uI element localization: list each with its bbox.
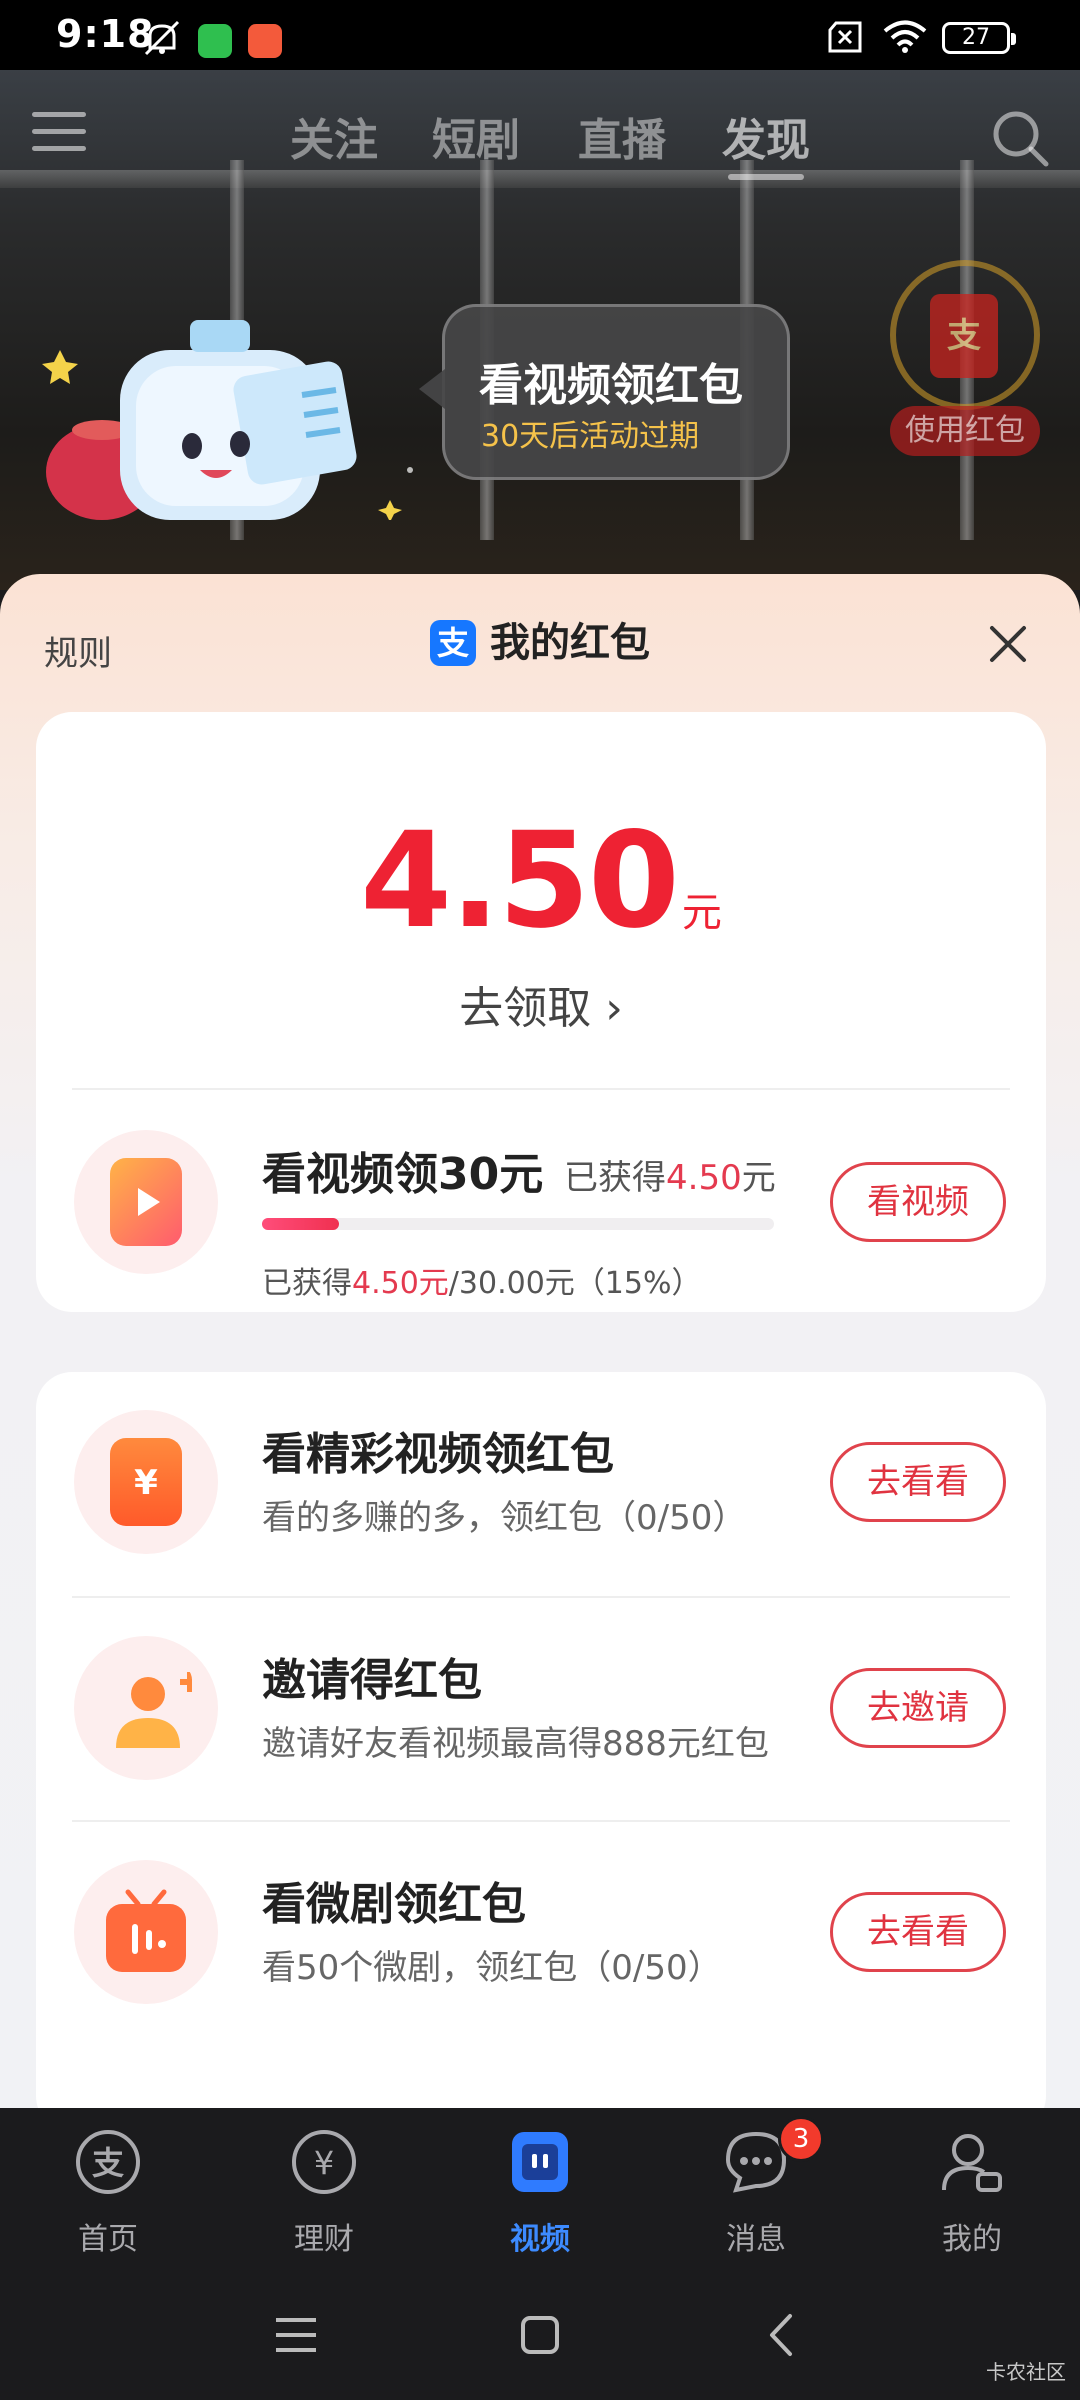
no-sim-icon [828, 21, 862, 53]
task-subtitle: 看的多赚的多，领红包（0/50） [262, 1498, 747, 1538]
play-video-icon [110, 1158, 182, 1246]
tab-label: 我的 [942, 2222, 1002, 2257]
sheet-header: 规则 支 我的红包 [0, 574, 1080, 724]
mute-icon [144, 20, 180, 56]
bottom-tab-bar: 支 首页 ¥ 理财 视频 3 消息 我的 [0, 2108, 1080, 2268]
balance-card: 4.50 元 去领取 › 看视频领30元 已获得4.50元 已获得4.50元/30… [36, 712, 1046, 1312]
back-icon[interactable] [752, 2310, 812, 2360]
watch-video-task: 看视频领30元 已获得4.50元 已获得4.50元/30.00元（15%） 看视… [36, 1092, 1046, 1312]
search-icon[interactable] [990, 108, 1050, 168]
battery-icon: 27 [942, 22, 1016, 54]
svg-text:¥: ¥ [314, 2144, 334, 2182]
tab-label: 消息 [726, 2222, 786, 2257]
menu-icon[interactable] [32, 108, 86, 156]
task-title: 看精彩视频领红包 [262, 1429, 614, 1480]
finance-icon: ¥ [292, 2130, 356, 2194]
tab-profile[interactable]: 我的 [892, 2128, 1052, 2268]
task-title: 邀请得红包 [262, 1655, 482, 1706]
task-subtitle: 看50个微剧，领红包（0/50） [262, 1948, 722, 1988]
mascot-illustration [42, 320, 413, 520]
task-action-button[interactable]: 去看看 [830, 1442, 1006, 1522]
message-badge: 3 [778, 2116, 824, 2162]
claim-link[interactable]: 去领取 › [36, 972, 1046, 1036]
svg-text:支: 支 [92, 2144, 124, 2182]
task-subtitle: 邀请好友看视频最高得888元红包 [262, 1724, 769, 1764]
tab-short-drama[interactable]: 短剧 [432, 104, 520, 168]
progress-suffix: /30.00元（15%） [448, 1266, 702, 1301]
tab-video[interactable]: 视频 [460, 2128, 620, 2268]
tab-label: 理财 [294, 2222, 354, 2257]
tab-home[interactable]: 支 首页 [28, 2128, 188, 2268]
tab-discover[interactable]: 发现 [722, 104, 810, 168]
use-redpack-button[interactable]: 支 使用红包 [890, 260, 1040, 470]
mini-drama-icon [106, 1889, 186, 1972]
svg-text:¥: ¥ [134, 1463, 158, 1503]
invite-user-icon [116, 1672, 192, 1748]
task-title: 看视频领30元 [262, 1149, 544, 1200]
use-redpack-label: 使用红包 [890, 406, 1040, 456]
watermark: 卡农社区 [986, 2360, 1066, 2384]
tab-live[interactable]: 直播 [578, 104, 666, 168]
task-icon-wrap [74, 1636, 218, 1780]
progress-fill [262, 1218, 339, 1230]
alipay-home-icon: 支 [76, 2130, 140, 2194]
redpack-sheet: 规则 支 我的红包 4.50元 去领取 › 看视频领30元 已获得4.50元 [0, 574, 1080, 2109]
alipay-logo-icon: 支 [430, 620, 476, 666]
progress-text: 已获得4.50元/30.00元（15%） [262, 1258, 701, 1302]
earned-value: 4.50 [666, 1158, 742, 1198]
task-icon-wrap: ¥ [74, 1410, 218, 1554]
earned-inline: 已获得4.50元 [564, 1150, 776, 1199]
divider [72, 1088, 1010, 1090]
top-nav: 关注 短剧 直播 发现 [0, 98, 1080, 180]
tab-label: 首页 [78, 2222, 138, 2257]
active-tab-indicator [728, 174, 804, 180]
tasks-card: ¥ 看精彩视频领红包 看的多赚的多，领红包（0/50） 去看看 邀请得红包 邀请… [36, 1372, 1046, 2109]
tab-label: 视频 [510, 2222, 570, 2257]
promo-subtitle: 30天后活动过期 [481, 419, 700, 454]
balance-amount: 4.50 元 [36, 804, 1046, 958]
profile-icon [942, 2134, 1002, 2192]
tab-messages[interactable]: 3 消息 [676, 2116, 836, 2268]
balance-unit: 元 [681, 890, 722, 936]
task-row: ¥ 看精彩视频领红包 看的多赚的多，领红包（0/50） 去看看 [36, 1372, 1046, 1592]
video-icon [512, 2132, 568, 2192]
watch-video-button[interactable]: 看视频 [830, 1162, 1006, 1242]
earned-unit: 元 [741, 1158, 776, 1198]
progress-bar [262, 1218, 774, 1230]
red-envelope-icon: ¥ [110, 1438, 182, 1526]
close-icon[interactable] [986, 622, 1030, 666]
rules-link[interactable]: 规则 [44, 626, 112, 675]
task-row: 邀请得红包 邀请好友看视频最高得888元红包 去邀请 [36, 1598, 1046, 1818]
tab-finance[interactable]: ¥ 理财 [244, 2128, 404, 2268]
task-action-button[interactable]: 去邀请 [830, 1668, 1006, 1748]
app-notification-icon [248, 24, 282, 58]
task-icon-wrap [74, 1860, 218, 2004]
promo-bubble[interactable]: 看视频领红包 30天后活动过期 [419, 304, 790, 480]
tab-follow[interactable]: 关注 [290, 104, 378, 168]
sheet-title: 我的红包 [490, 620, 650, 666]
status-bar: 9:18 27 [0, 0, 1080, 70]
task-row: 看微剧领红包 看50个微剧，领红包（0/50） 去看看 [36, 1822, 1046, 2042]
task-title: 看微剧领红包 [262, 1879, 526, 1930]
home-button-icon[interactable] [510, 2310, 570, 2360]
task-action-button[interactable]: 去看看 [830, 1892, 1006, 1972]
recent-apps-icon[interactable] [266, 2310, 326, 2360]
earned-prefix: 已获得 [564, 1158, 666, 1198]
wifi-icon [883, 20, 927, 53]
balance-value: 4.50 [360, 804, 680, 958]
redpack-envelope-icon: 支 [930, 294, 998, 378]
download-app-icon [198, 24, 232, 58]
progress-value: 4.50元 [352, 1266, 449, 1301]
progress-prefix: 已获得 [262, 1266, 352, 1301]
task-icon-wrap [74, 1130, 218, 1274]
promo-title: 看视频领红包 [479, 360, 743, 411]
system-navigation-bar: 卡农社区 [0, 2268, 1080, 2400]
